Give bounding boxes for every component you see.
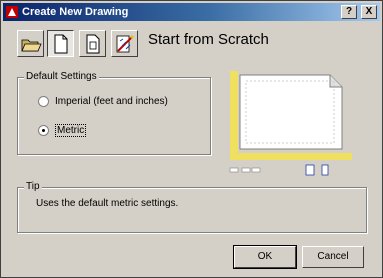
template-page-icon [86, 34, 99, 53]
tip-group: Tip Uses the default metric settings. [17, 181, 367, 233]
preview-scale-controls [229, 164, 329, 176]
close-button[interactable]: X [361, 5, 377, 19]
window-title: Create New Drawing [22, 6, 129, 18]
wizard-wand-icon [116, 35, 133, 52]
metric-label: Metric [55, 124, 87, 137]
paper-sheet [239, 74, 343, 150]
autocad-app-icon [6, 6, 18, 18]
imperial-option[interactable]: Imperial (feet and inches) [38, 96, 168, 107]
blank-page-icon [54, 34, 67, 53]
vertical-ruler [230, 71, 238, 159]
start-from-scratch-button[interactable] [47, 30, 74, 57]
use-template-button[interactable] [79, 30, 106, 57]
default-settings-label: Default Settings [24, 71, 99, 82]
metric-option[interactable]: Metric [38, 124, 87, 137]
title-bar[interactable]: Create New Drawing ? X [3, 3, 380, 21]
ok-button[interactable]: OK [233, 245, 297, 269]
drawing-preview [228, 69, 358, 162]
page-heading: Start from Scratch [148, 31, 269, 48]
help-button[interactable]: ? [341, 5, 357, 19]
cancel-button[interactable]: Cancel [302, 246, 364, 268]
use-wizard-button[interactable] [111, 30, 138, 57]
tip-label: Tip [24, 181, 42, 192]
imperial-radio[interactable] [38, 96, 49, 107]
folder-open-icon [20, 39, 42, 51]
create-new-drawing-dialog: Create New Drawing ? X Start from Scratc… [0, 0, 383, 278]
tip-text: Uses the default metric settings. [36, 198, 179, 209]
metric-radio[interactable] [38, 125, 49, 136]
default-settings-group: Default Settings Imperial (feet and inch… [17, 71, 211, 155]
horizontal-ruler [230, 153, 352, 160]
open-drawing-button[interactable] [17, 30, 44, 57]
imperial-label: Imperial (feet and inches) [55, 96, 168, 107]
